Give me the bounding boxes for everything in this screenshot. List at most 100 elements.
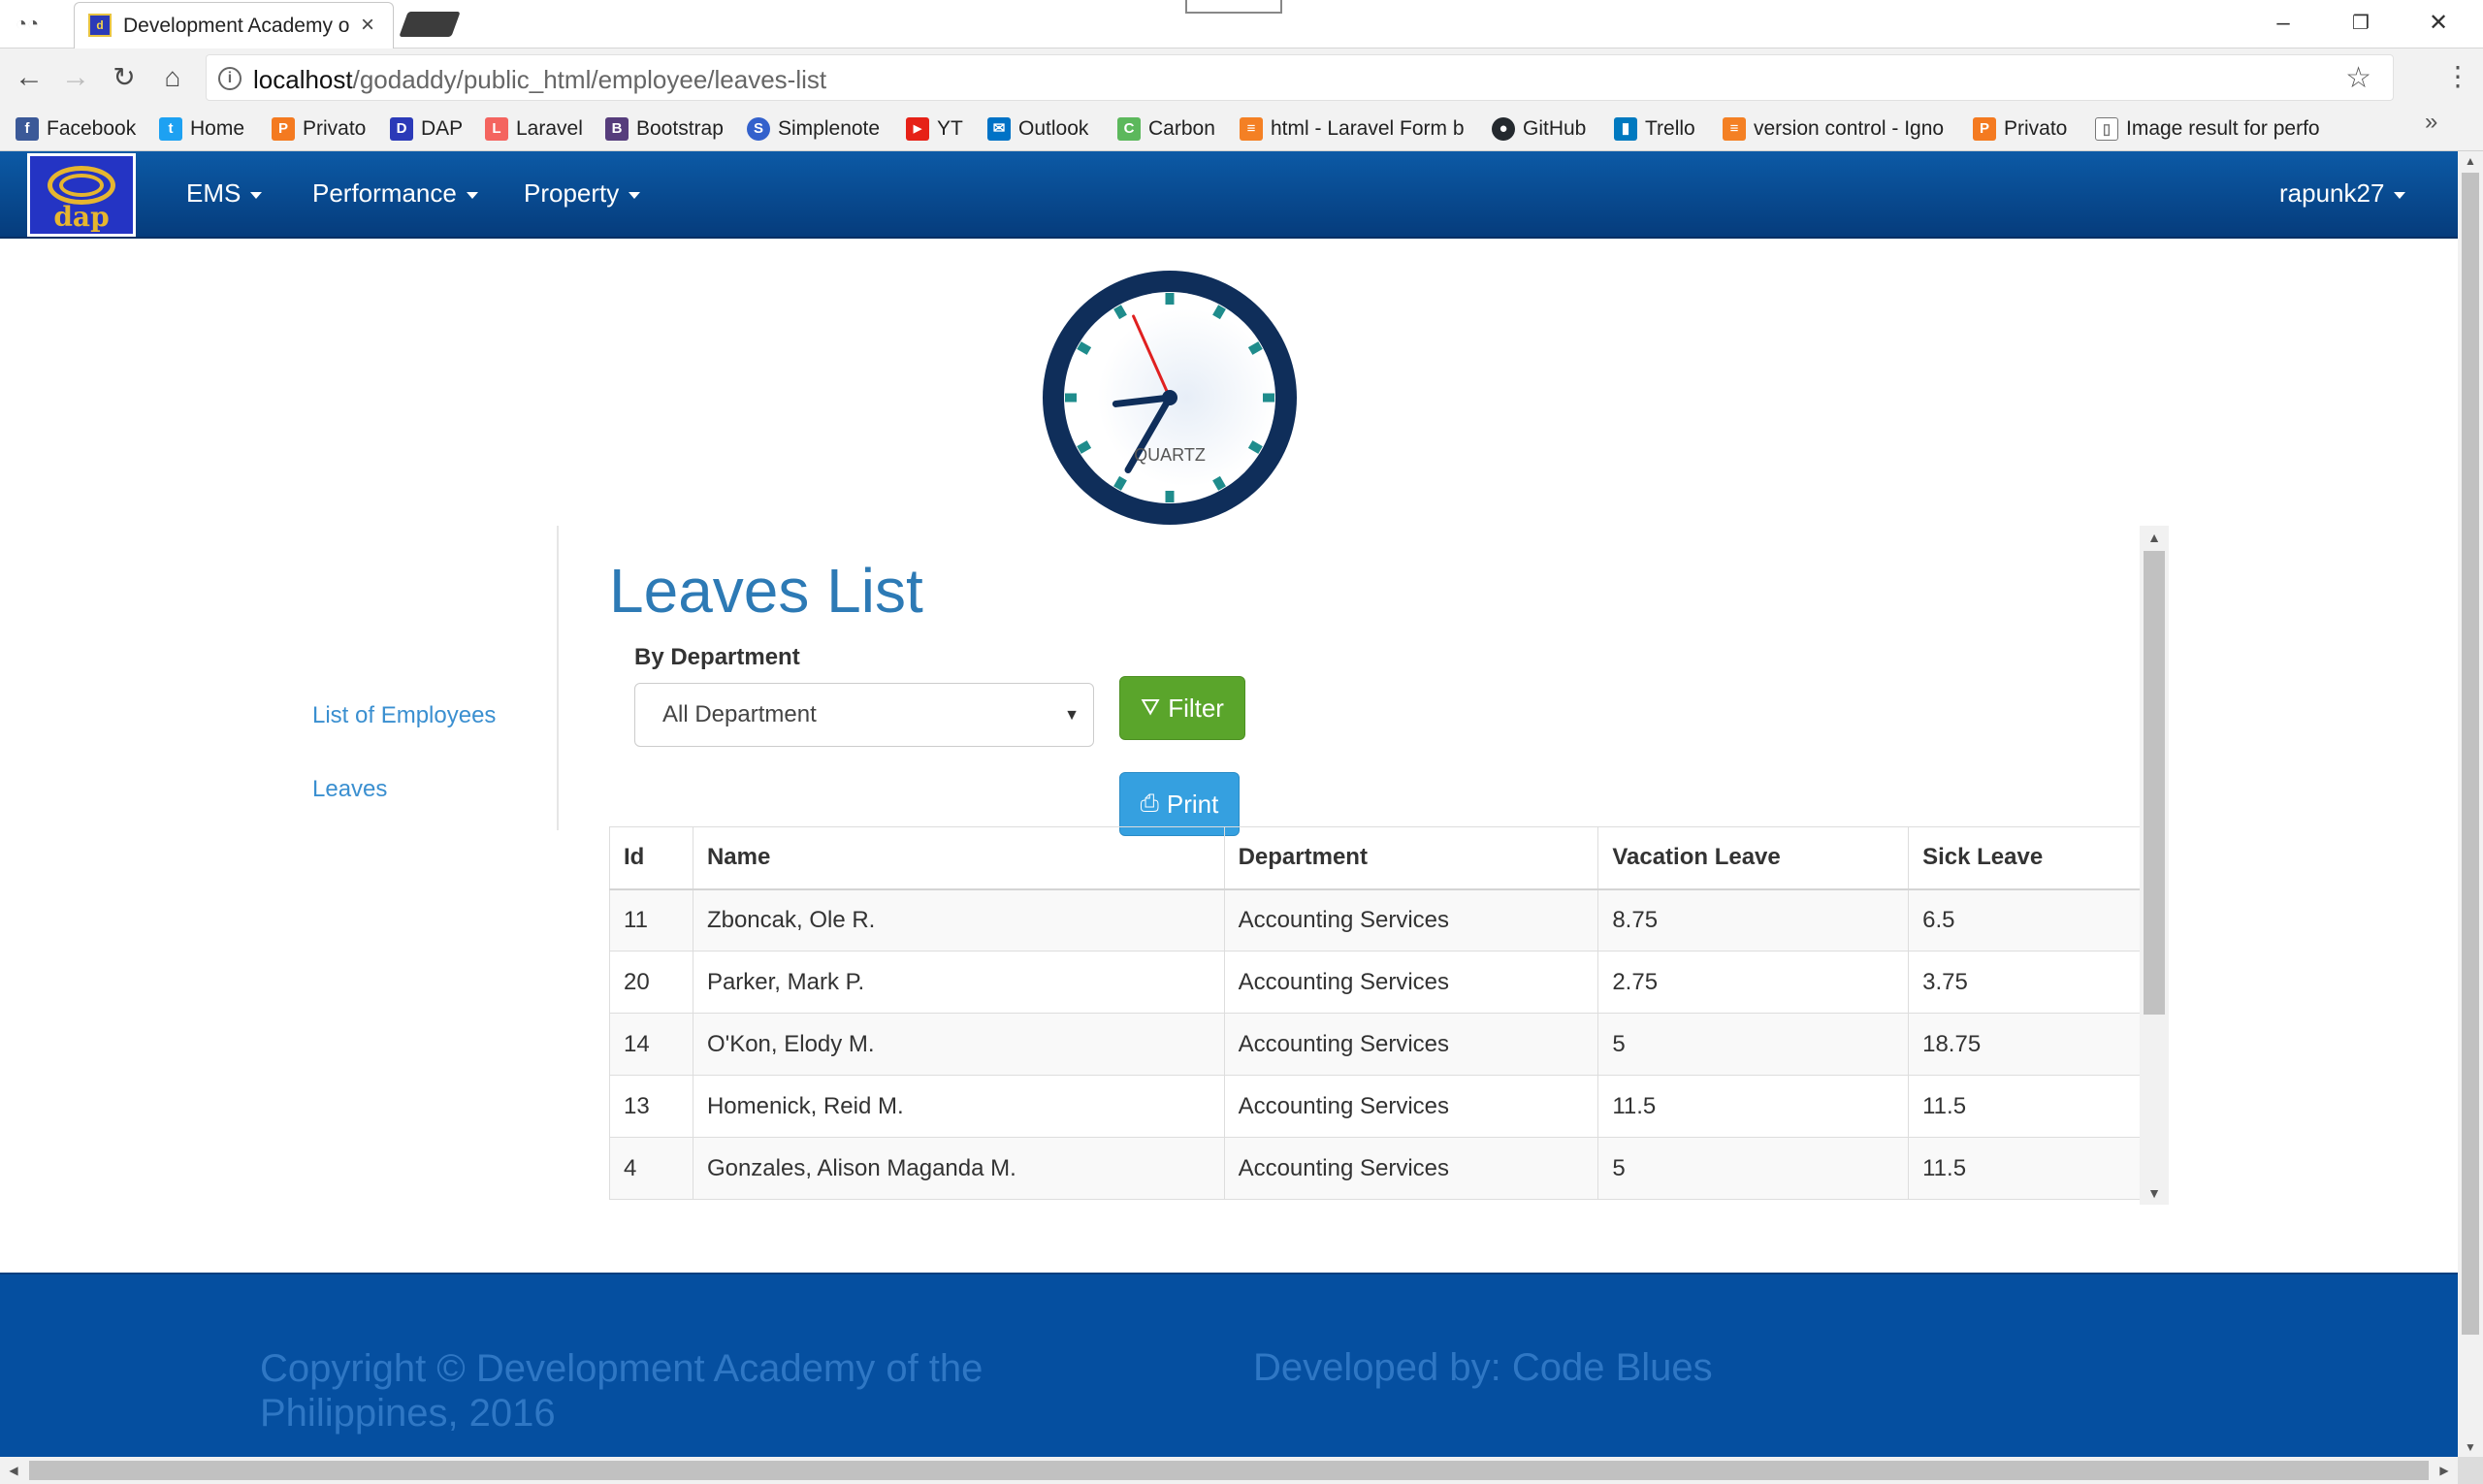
page-title: Leaves List	[609, 556, 923, 626]
filter-button[interactable]: ⛛ Filter	[1119, 676, 1245, 740]
select-caret-icon: ▼	[1064, 707, 1080, 724]
info-icon[interactable]: i	[218, 67, 242, 90]
cell-id: 13	[609, 1075, 693, 1138]
footer-developed-by: Developed by: Code Blues	[1253, 1346, 1713, 1389]
bookmark-star-icon[interactable]: ☆	[2345, 61, 2371, 95]
column-header-department[interactable]: Department	[1223, 826, 1599, 890]
content-pane-scrollbar[interactable]: ▲ ▼	[2140, 526, 2169, 1205]
bookmark-label: Home	[190, 117, 245, 140]
page-vertical-scroll-thumb[interactable]	[2462, 173, 2479, 1335]
leaves-content-pane[interactable]: Leaves List By Department All Department…	[601, 526, 2169, 1205]
forward-arrow-icon[interactable]: →	[58, 60, 93, 95]
user-menu[interactable]: rapunk27	[2279, 178, 2406, 209]
table-row: 20 Parker, Mark P. Accounting Services 2…	[609, 951, 2144, 1014]
cell-id: 11	[609, 888, 693, 952]
scroll-up-arrow-icon[interactable]: ▲	[2140, 528, 2169, 547]
bookmark-item[interactable]: C Carbon	[1117, 114, 1224, 144]
page-scroll-up-arrow-icon[interactable]: ▲	[2458, 151, 2483, 171]
bookmark-item[interactable]: ✉ Outlook	[987, 114, 1104, 144]
scroll-down-arrow-icon[interactable]: ▼	[2140, 1183, 2169, 1203]
bookmark-label: Trello	[1645, 117, 1695, 140]
bookmark-item[interactable]: ≡ html - Laravel Form b	[1240, 114, 1472, 144]
trello-icon: ▮	[1614, 117, 1637, 141]
nav-menu-performance[interactable]: Performance	[312, 178, 478, 209]
back-arrow-icon[interactable]: ←	[12, 60, 47, 95]
dap-logo[interactable]: dap	[27, 153, 136, 237]
page-scroll-left-arrow-icon[interactable]: ◀	[2, 1461, 25, 1480]
clock-tick	[1212, 305, 1226, 320]
sidebar-item-list-of-employees[interactable]: List of Employees	[312, 702, 496, 729]
github-icon: ●	[1492, 117, 1515, 141]
bookmarks-bar: f Facebook t Home P Privato D DAP L Laravel B…	[0, 107, 2483, 151]
bookmark-label: Laravel	[516, 117, 583, 140]
bookmark-item[interactable]: L Laravel	[485, 114, 588, 144]
clock-tick	[1077, 341, 1092, 355]
page-horizontal-scrollbar[interactable]: ◀ ▶	[0, 1457, 2458, 1484]
cell-sick-leave: 3.75	[1908, 951, 2144, 1014]
url-bar[interactable]: i localhost/godaddy/public_html/employee…	[206, 54, 2394, 101]
department-select[interactable]: All Department ▼	[634, 683, 1094, 747]
column-header-id[interactable]: Id	[609, 826, 693, 890]
browser-menu-icon[interactable]: ⋮	[2444, 62, 2471, 91]
table-header-row: Id Name Department Vacation Leave Sick L…	[609, 826, 2144, 890]
home-icon[interactable]: ⌂	[155, 60, 190, 95]
bookmark-item[interactable]: ≡ version control - Igno	[1723, 114, 1953, 144]
column-header-sick-leave[interactable]: Sick Leave	[1908, 826, 2144, 890]
bookmark-item[interactable]: t Home	[159, 114, 256, 144]
sidebar-item-leaves[interactable]: Leaves	[312, 776, 387, 803]
twitter-icon: t	[159, 117, 182, 141]
nav-menu-label: EMS	[186, 178, 242, 208]
tab-close-icon[interactable]: ×	[356, 13, 379, 38]
youtube-icon: ▶	[906, 117, 929, 141]
url-path: /godaddy/public_html/employee/leaves-lis…	[352, 65, 827, 94]
bookmark-item[interactable]: B Bootstrap	[605, 114, 737, 144]
cell-name: O'Kon, Elody M.	[692, 1013, 1225, 1076]
close-window-icon[interactable]: ✕	[2419, 8, 2458, 39]
privato-icon: P	[1973, 117, 1996, 141]
bookmark-item[interactable]: ▶ YT	[906, 114, 980, 144]
analog-clock: QUARTZ	[1043, 271, 1297, 525]
bookmarks-overflow-icon[interactable]: »	[2425, 109, 2437, 136]
clock-tick	[1247, 341, 1263, 355]
page-icon: ▯	[2095, 117, 2118, 141]
nav-menu-ems[interactable]: EMS	[186, 178, 263, 209]
cell-id: 4	[609, 1137, 693, 1200]
dap-favicon-icon: d	[88, 14, 112, 37]
content-pane-scroll-thumb[interactable]	[2144, 551, 2165, 1015]
column-header-vacation-leave[interactable]: Vacation Leave	[1597, 826, 1910, 890]
bookmark-item[interactable]: P Privato	[272, 114, 378, 144]
column-header-name[interactable]: Name	[692, 826, 1225, 890]
bookmark-item[interactable]: ▯ Image result for perfo	[2095, 114, 2328, 144]
bookmark-item[interactable]: ▮ Trello	[1614, 114, 1711, 144]
simplenote-icon: S	[747, 117, 770, 141]
page-vertical-scrollbar[interactable]: ▲ ▼	[2458, 151, 2483, 1457]
logo-ring-inner	[59, 174, 104, 197]
cell-vacation-leave: 5	[1597, 1013, 1910, 1076]
bookmark-item[interactable]: f Facebook	[16, 114, 142, 144]
page-scroll-down-arrow-icon[interactable]: ▼	[2458, 1437, 2483, 1457]
nav-menu-property[interactable]: Property	[524, 178, 641, 209]
filter-button-label: Filter	[1168, 693, 1224, 723]
page-scroll-right-arrow-icon[interactable]: ▶	[2433, 1461, 2456, 1480]
clock-tick	[1212, 475, 1226, 491]
bookmark-label: Privato	[303, 117, 367, 140]
bookmark-label: Privato	[2004, 117, 2068, 140]
clock-center-pin	[1162, 390, 1177, 405]
new-tab-button[interactable]	[399, 12, 461, 37]
bookmark-item[interactable]: D DAP	[390, 114, 471, 144]
browser-tab-active[interactable]: d Development Academy o ×	[74, 2, 394, 48]
address-toolbar: ← → ↻ ⌂ i localhost/godaddy/public_html/…	[0, 48, 2483, 107]
caret-down-icon	[466, 191, 478, 199]
clock-tick	[1113, 475, 1127, 491]
reload-icon[interactable]: ↻	[107, 60, 142, 95]
url-host: localhost	[253, 65, 353, 94]
clock-hands	[1065, 293, 1274, 502]
bookmark-item[interactable]: S Simplenote	[747, 114, 892, 144]
restore-icon[interactable]: ❐	[2341, 8, 2380, 39]
bookmark-label: GitHub	[1523, 117, 1587, 140]
bookmark-item[interactable]: ● GitHub	[1492, 114, 1598, 144]
bookmark-label: Image result for perfo	[2126, 117, 2320, 140]
bookmark-item[interactable]: P Privato	[1973, 114, 2087, 144]
minimize-icon[interactable]: –	[2264, 8, 2303, 39]
page-horizontal-scroll-thumb[interactable]	[29, 1461, 2429, 1480]
